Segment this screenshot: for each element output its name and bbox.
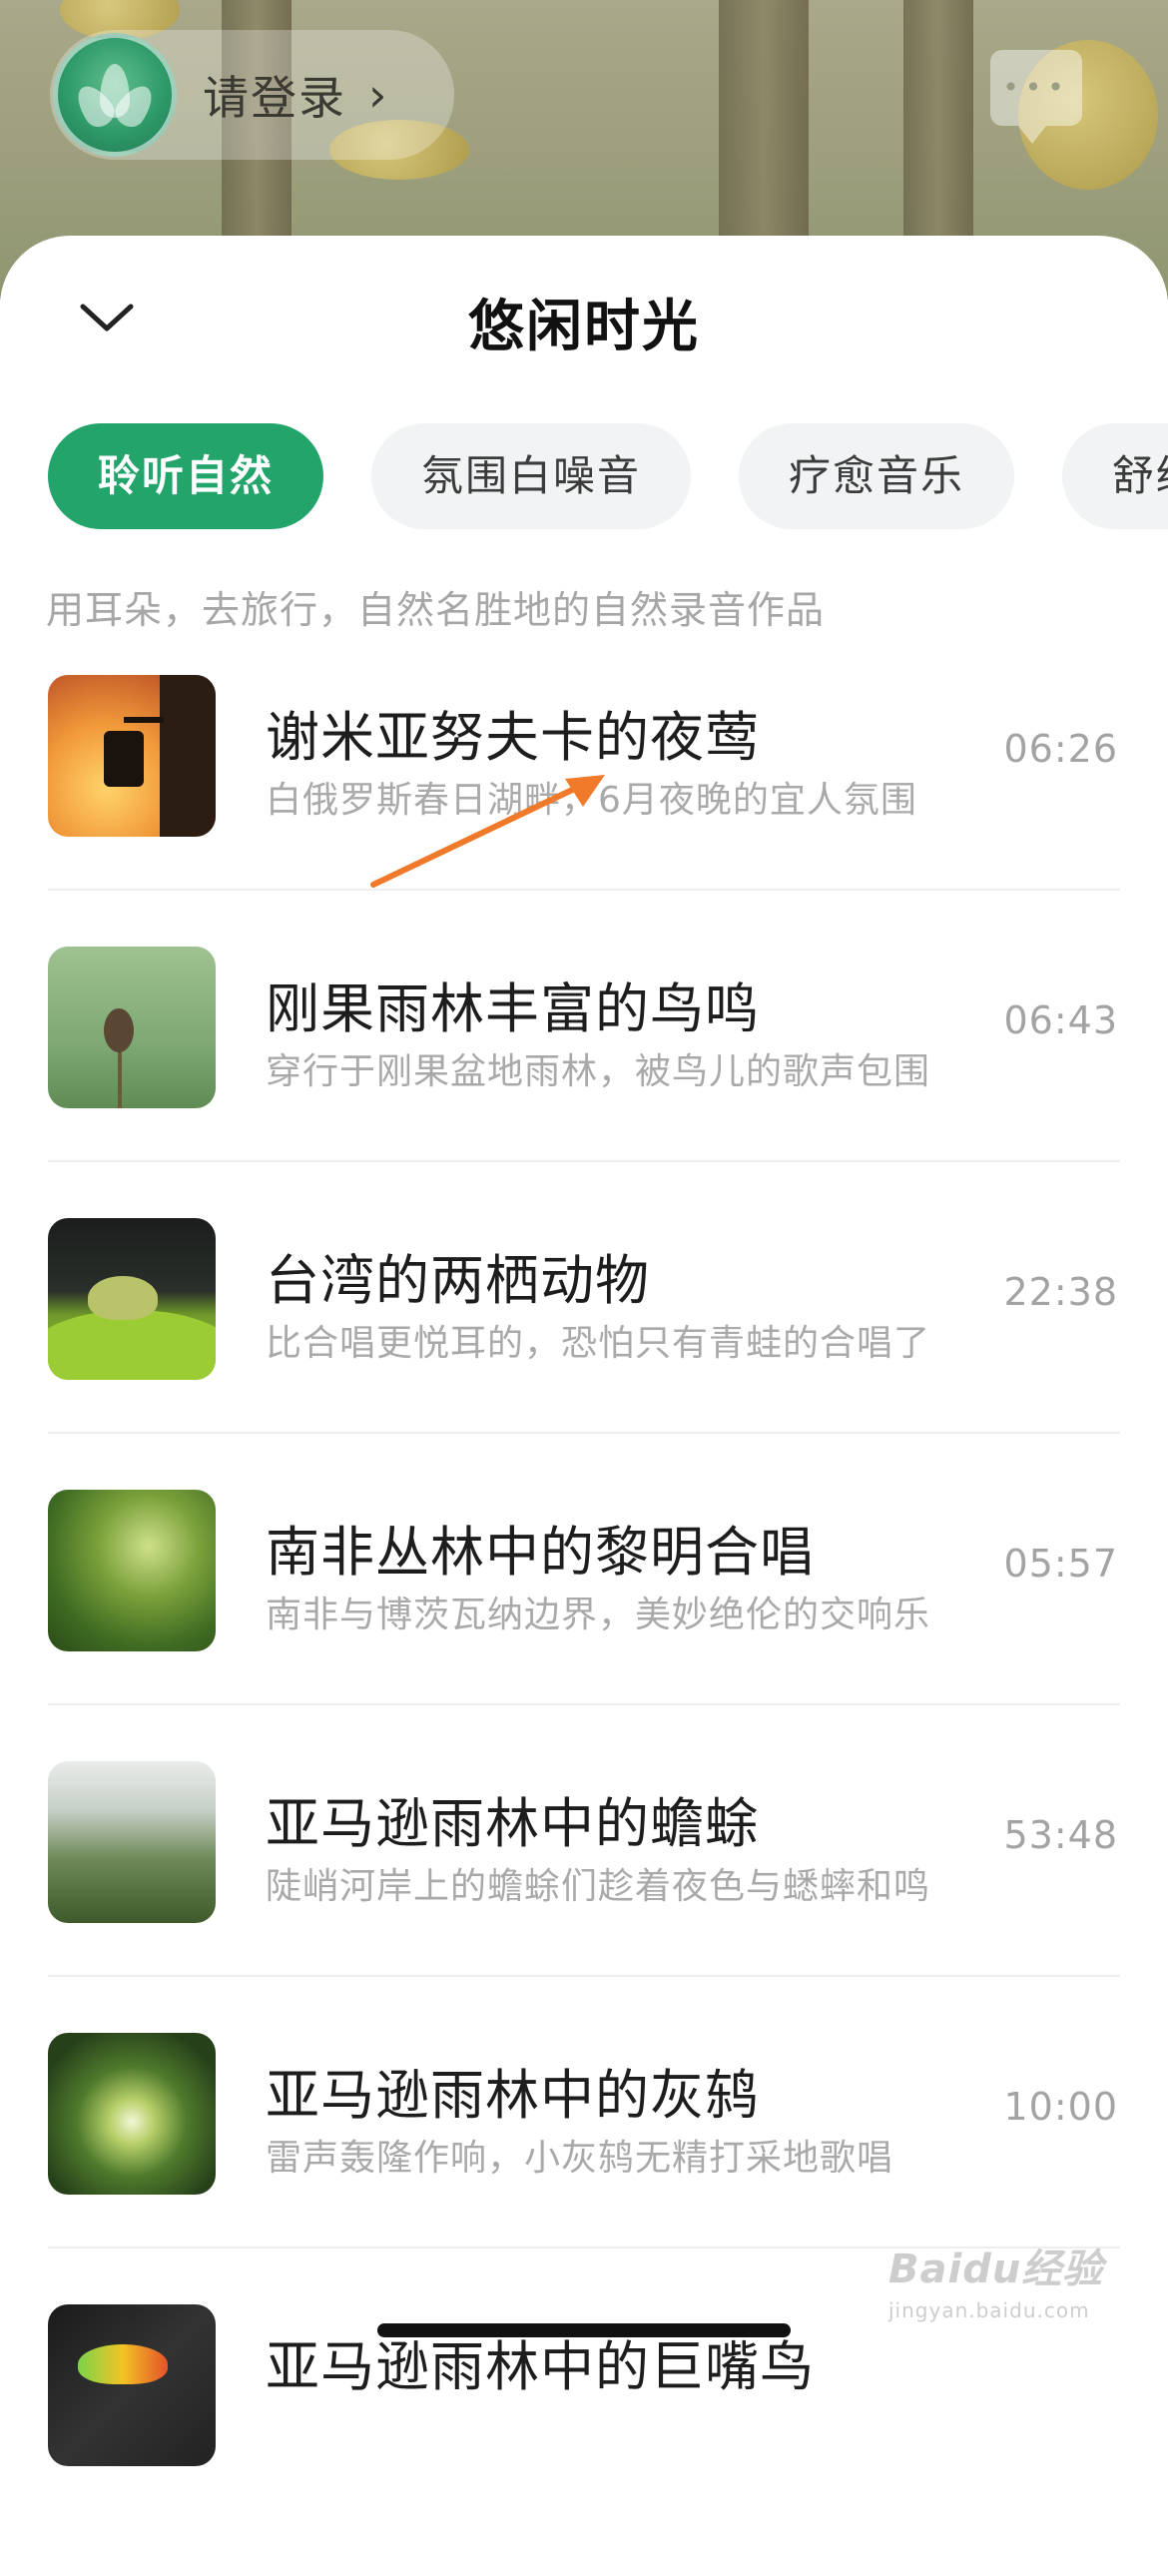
track-thumbnail bbox=[48, 1761, 216, 1923]
watermark: Baidu经验 jingyan.baidu.com bbox=[888, 2237, 1148, 2346]
divider bbox=[48, 889, 1120, 891]
track-title: 亚马逊雨林中的蟾蜍 bbox=[266, 1792, 760, 1855]
watermark-logo: Baidu经验 bbox=[888, 2247, 1104, 2292]
annotation-arrow-icon bbox=[370, 775, 605, 888]
track-title: 亚马逊雨林中的灰鸫 bbox=[266, 2064, 760, 2127]
track-thumbnail bbox=[48, 2304, 216, 2466]
bottom-sheet: 悠闲时光 聆听自然氛围白噪音疗愈音乐舒缓 用耳朵，去旅行，自然名胜地的自然录音作… bbox=[0, 236, 1168, 2466]
home-indicator bbox=[377, 2323, 791, 2337]
tab-soothing[interactable]: 舒缓 bbox=[1062, 423, 1168, 529]
track-title: 谢米亚努夫卡的夜莺 bbox=[266, 706, 760, 769]
track-description: 南非与博茨瓦纳边界，美妙绝伦的交响乐 bbox=[266, 1595, 931, 1635]
track-duration: 05:57 bbox=[1003, 1542, 1118, 1586]
category-tabs: 聆听自然氛围白噪音疗愈音乐舒缓 bbox=[48, 423, 1168, 529]
divider bbox=[48, 1703, 1120, 1705]
section-subtitle: 用耳朵，去旅行，自然名胜地的自然录音作品 bbox=[46, 588, 826, 632]
track-duration: 53:48 bbox=[1003, 1813, 1118, 1857]
track-description: 陡峭河岸上的蟾蜍们趁着夜色与蟋蟀和鸣 bbox=[266, 1866, 931, 1907]
track-description: 穿行于刚果盆地雨林，被鸟儿的歌声包围 bbox=[266, 1051, 931, 1092]
track-thumbnail bbox=[48, 675, 216, 837]
watermark-url: jingyan.baidu.com bbox=[888, 2298, 1090, 2322]
track-description: 比合唱更悦耳的，恐怕只有青蛙的合唱了 bbox=[266, 1323, 931, 1364]
list-item[interactable]: 刚果雨林丰富的鸟鸣 穿行于刚果盆地雨林，被鸟儿的歌声包围 06:43 bbox=[0, 947, 1168, 1218]
track-duration: 06:43 bbox=[1003, 998, 1118, 1042]
track-description: 雷声轰隆作响，小灰鸫无精打采地歌唱 bbox=[266, 2138, 894, 2179]
tab-healing-music[interactable]: 疗愈音乐 bbox=[739, 423, 1015, 529]
divider bbox=[48, 1975, 1120, 1977]
track-duration: 06:26 bbox=[1003, 727, 1118, 771]
track-duration: 22:38 bbox=[1003, 1270, 1118, 1314]
tab-listen-nature[interactable]: 聆听自然 bbox=[48, 423, 324, 529]
track-thumbnail bbox=[48, 1218, 216, 1380]
track-thumbnail bbox=[48, 2033, 216, 2195]
login-label: 请登录 bbox=[203, 71, 346, 125]
track-duration: 10:00 bbox=[1003, 2085, 1118, 2129]
tab-white-noise[interactable]: 氛围白噪音 bbox=[371, 423, 692, 529]
list-item[interactable]: 亚马逊雨林中的蟾蜍 陡峭河岸上的蟾蜍们趁着夜色与蟋蟀和鸣 53:48 bbox=[0, 1761, 1168, 2033]
list-item[interactable]: 台湾的两栖动物 比合唱更悦耳的，恐怕只有青蛙的合唱了 22:38 bbox=[0, 1218, 1168, 1490]
page-title: 悠闲时光 bbox=[468, 295, 700, 359]
login-button[interactable]: 请登录 › bbox=[50, 30, 454, 160]
message-bubble-icon[interactable]: ••• bbox=[990, 50, 1082, 144]
track-title: 南非丛林中的黎明合唱 bbox=[266, 1521, 815, 1584]
chevron-right-icon: › bbox=[368, 68, 387, 122]
avatar bbox=[53, 33, 177, 157]
list-item[interactable]: 南非丛林中的黎明合唱 南非与博茨瓦纳边界，美妙绝伦的交响乐 05:57 bbox=[0, 1490, 1168, 1761]
divider bbox=[48, 1432, 1120, 1434]
track-title: 刚果雨林丰富的鸟鸣 bbox=[266, 977, 760, 1040]
divider bbox=[48, 1160, 1120, 1162]
track-thumbnail bbox=[48, 1490, 216, 1651]
track-thumbnail bbox=[48, 947, 216, 1108]
track-title: 台湾的两栖动物 bbox=[266, 1249, 650, 1312]
